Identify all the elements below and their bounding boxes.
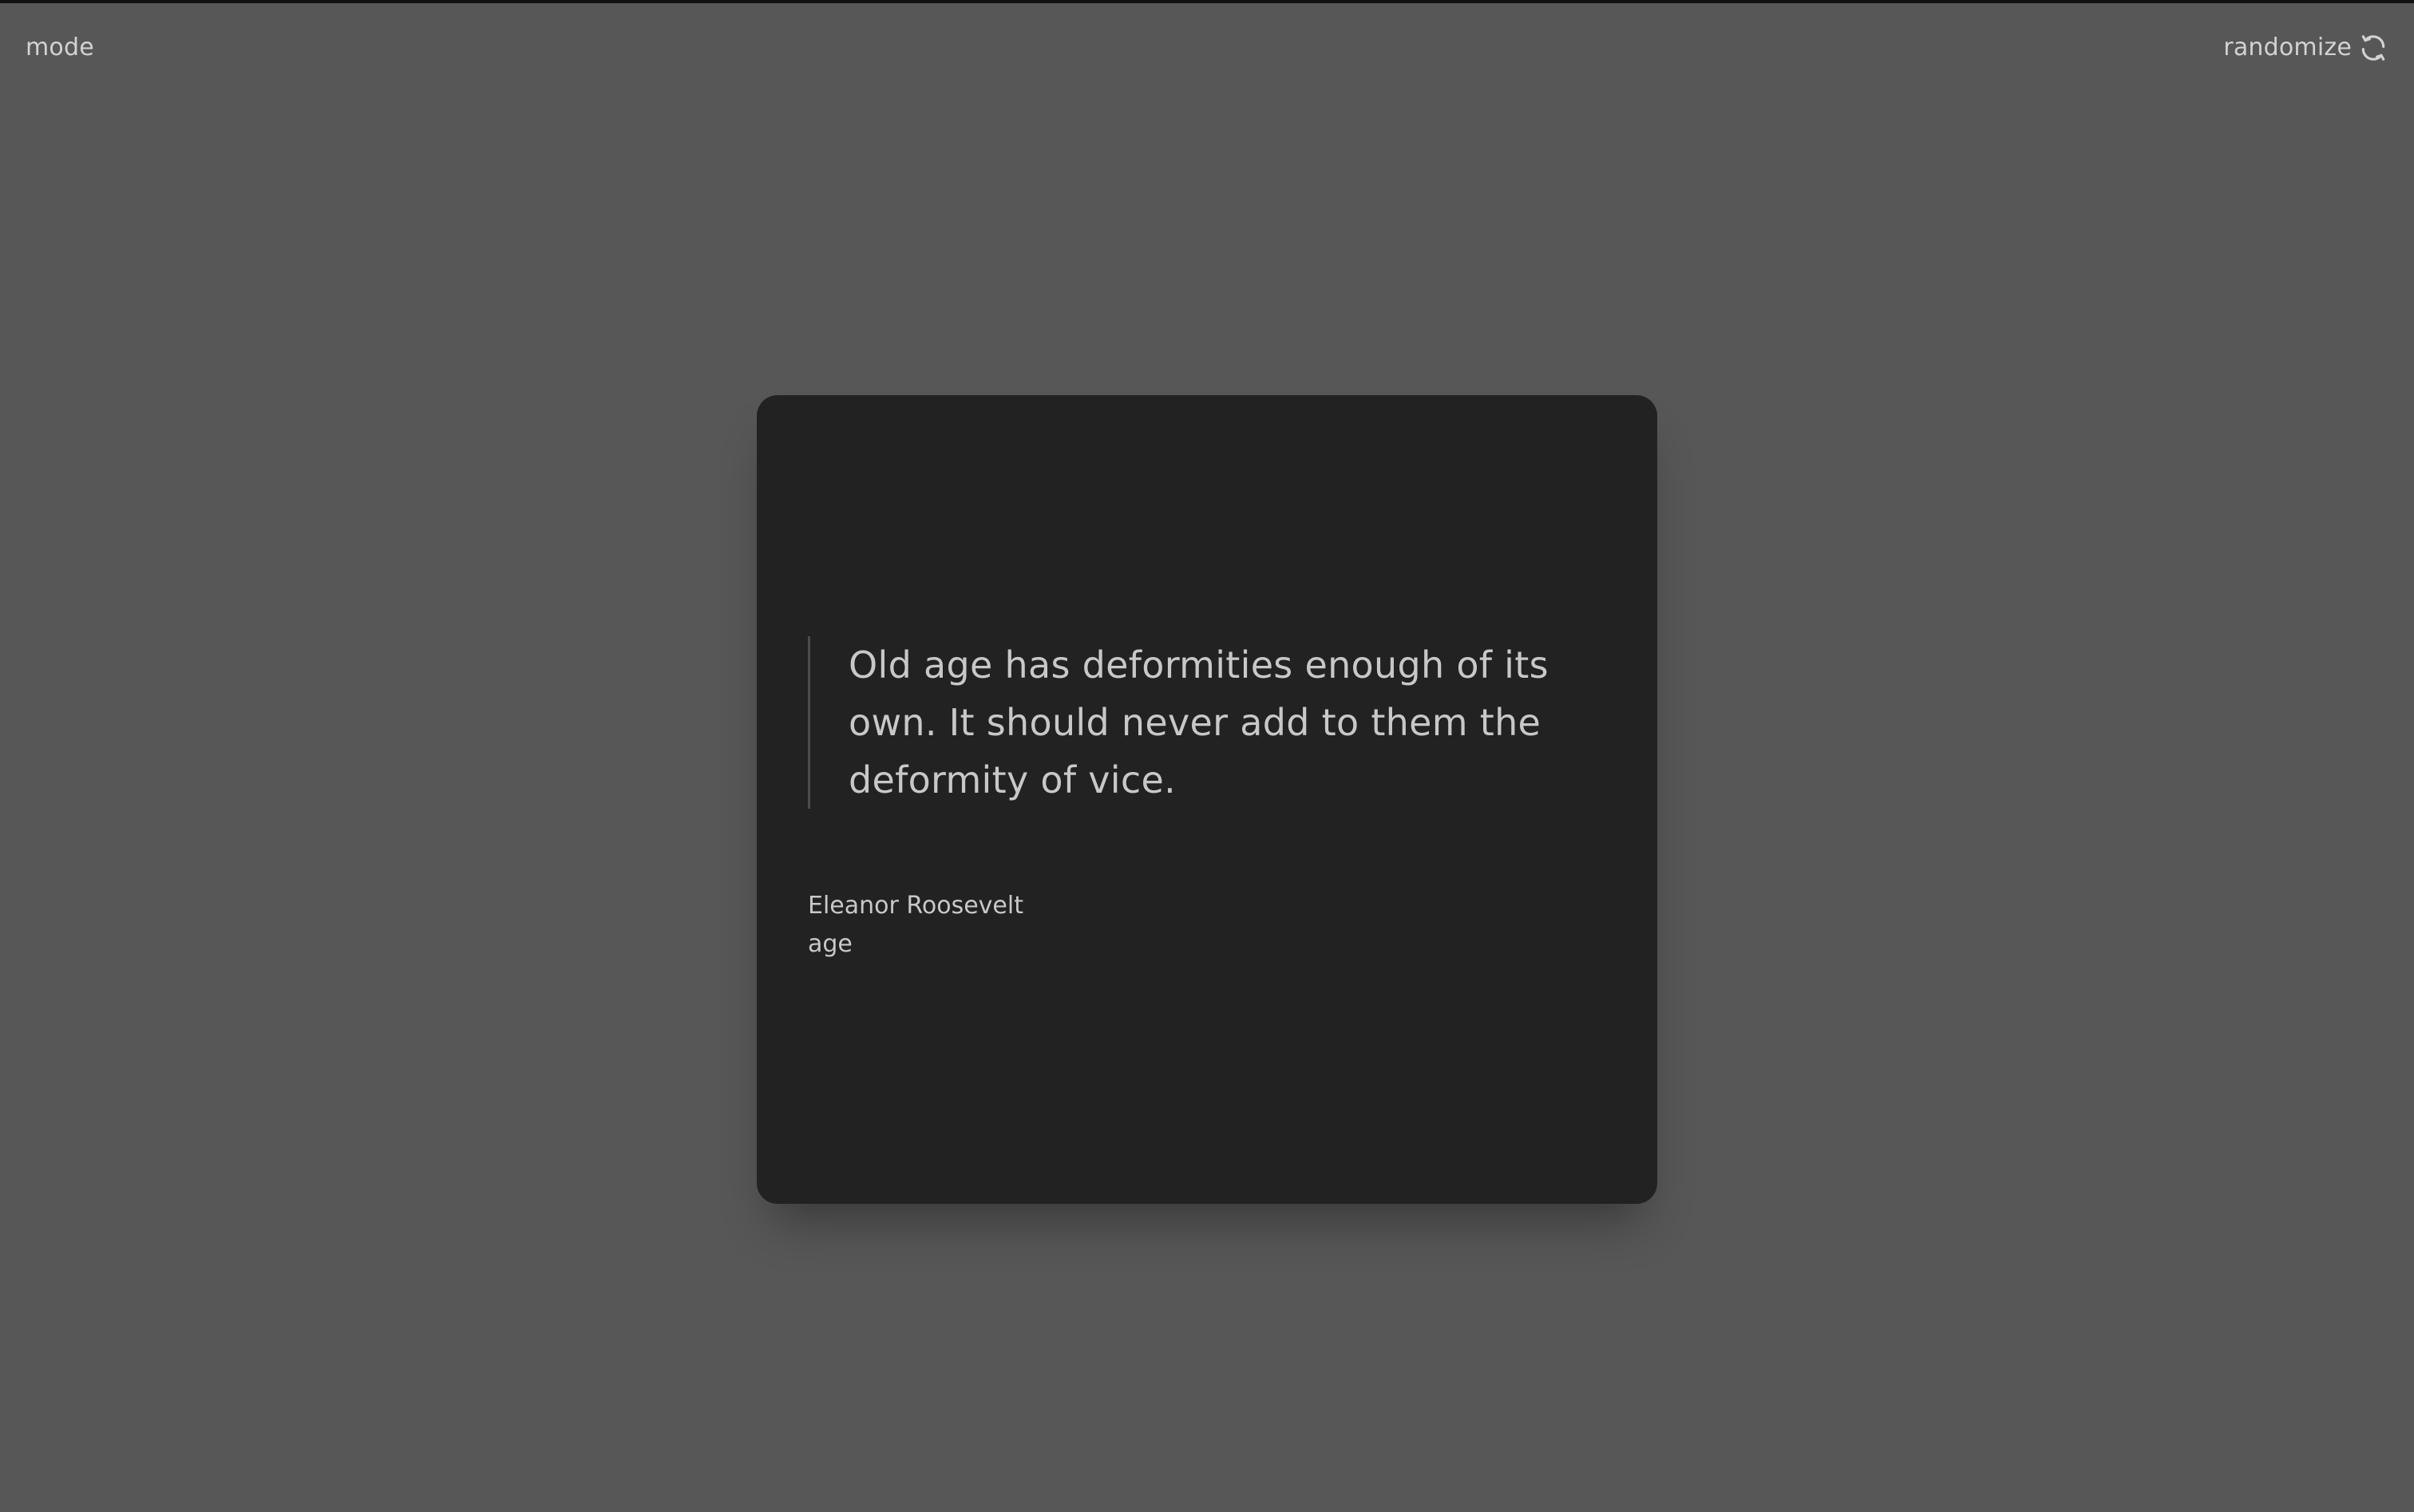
randomize-button[interactable]: randomize	[2223, 30, 2388, 65]
quote-blockquote: Old age has deformities enough of its ow…	[808, 636, 1606, 809]
randomize-label: randomize	[2223, 34, 2352, 61]
quote-tag: age	[808, 930, 853, 958]
quote-card: Old age has deformities enough of its ow…	[757, 395, 1657, 1204]
top-border	[0, 0, 2414, 3]
refresh-icon	[2358, 33, 2388, 63]
quote-text: Old age has deformities enough of its ow…	[849, 643, 1549, 802]
quote-author: Eleanor Roosevelt	[808, 892, 1023, 920]
mode-toggle-button[interactable]: mode	[26, 32, 94, 64]
